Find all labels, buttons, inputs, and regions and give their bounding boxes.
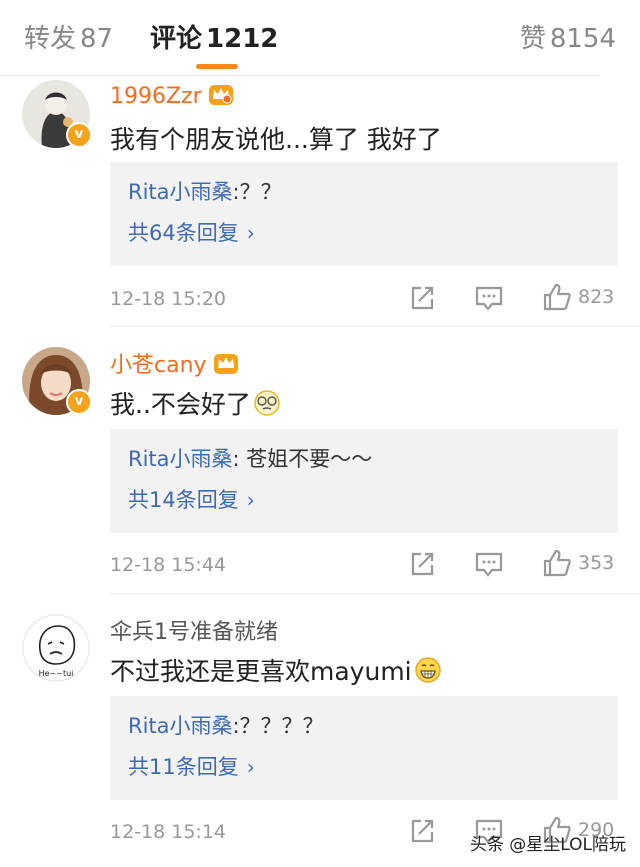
- like-button[interactable]: 823: [542, 282, 614, 312]
- thumbs-up-icon: [543, 283, 571, 311]
- watermark: 头条 @星尘LOL陪玩: [469, 835, 626, 855]
- like-count: 823: [578, 286, 615, 308]
- share-icon: [411, 552, 434, 576]
- username-text: 小苍cany: [110, 353, 207, 378]
- comment-text: 我有个朋友说他...算了 我好了: [110, 125, 442, 154]
- username[interactable]: 小苍cany: [110, 347, 239, 381]
- comment-text-content: 不过我还是更喜欢mayumi: [110, 657, 412, 686]
- reply-count: 共14条回复: [128, 488, 239, 512]
- avatar[interactable]: He~~tui: [22, 614, 90, 682]
- reply-preview: Rita小雨桑:？？？？: [128, 710, 324, 740]
- tab-repost[interactable]: 转发 87: [24, 18, 113, 55]
- username-text: 1996Zzr: [110, 84, 202, 109]
- thumbs-up-icon: [543, 549, 571, 577]
- view-replies-link[interactable]: 共14条回复 ›: [128, 484, 255, 514]
- grin-emoji-icon: [414, 656, 442, 690]
- reply-preview: Rita小雨桑: 苍姐不要～～: [128, 443, 372, 473]
- tab-like[interactable]: 赞 8154: [520, 18, 616, 55]
- divider: [110, 593, 640, 594]
- share-button[interactable]: [408, 817, 436, 845]
- tab-comment[interactable]: 评论 1212: [150, 18, 278, 55]
- share-icon: [411, 286, 434, 310]
- comment-time: 12-18 15:14: [110, 821, 227, 843]
- tab-comment-count: 1212: [206, 24, 279, 54]
- reply-button[interactable]: [474, 284, 504, 312]
- reply-author[interactable]: Rita小雨桑: [128, 180, 233, 204]
- reply-text: :？？？？: [232, 714, 324, 738]
- reply-count: 共64条回复: [128, 221, 239, 245]
- like-button[interactable]: 353: [542, 548, 614, 578]
- active-tab-indicator: [196, 64, 238, 69]
- dizzy-face-emoji-icon: [253, 389, 281, 423]
- comment-icon: [475, 552, 503, 577]
- username-text: 伞兵1号准备就绪: [110, 620, 278, 645]
- verified-badge: v: [66, 389, 92, 415]
- chevron-right-icon: ›: [246, 221, 255, 245]
- tab-like-label: 赞: [519, 24, 546, 54]
- like-count: 353: [578, 552, 615, 574]
- avatar-caption: He~~tui: [39, 669, 74, 678]
- comment-icon: [475, 286, 503, 311]
- chevron-right-icon: ›: [246, 488, 255, 512]
- reply-text: :？？: [232, 180, 282, 204]
- share-icon: [411, 819, 434, 843]
- verified-badge: v: [66, 122, 92, 148]
- divider: [110, 326, 640, 327]
- avatar-image: He~~tui: [22, 614, 90, 682]
- comment-text: 我..不会好了: [110, 385, 281, 423]
- reply-author[interactable]: Rita小雨桑: [128, 447, 233, 471]
- reply-preview-box[interactable]: Rita小雨桑:？？？？ 共11条回复 ›: [110, 696, 618, 800]
- share-button[interactable]: [408, 550, 436, 578]
- chevron-right-icon: ›: [246, 755, 255, 779]
- username[interactable]: 伞兵1号准备就绪: [110, 614, 278, 646]
- tab-repost-count: 87: [80, 24, 114, 54]
- tab-repost-label: 转发: [24, 24, 77, 54]
- crown-icon: [208, 82, 234, 112]
- crown-icon: [213, 351, 239, 381]
- comment-tabs: 转发 87 评论 1212 赞 8154: [0, 0, 640, 75]
- reply-preview-box[interactable]: Rita小雨桑: 苍姐不要～～ 共14条回复 ›: [110, 429, 618, 533]
- reply-text: : 苍姐不要～～: [232, 447, 373, 471]
- reply-preview: Rita小雨桑:？？: [128, 176, 282, 206]
- tab-like-count: 8154: [549, 24, 616, 54]
- view-replies-link[interactable]: 共64条回复 ›: [128, 217, 255, 247]
- view-replies-link[interactable]: 共11条回复 ›: [128, 751, 255, 781]
- reply-count: 共11条回复: [128, 755, 239, 779]
- comment-text: 不过我还是更喜欢mayumi: [110, 652, 442, 690]
- reply-button[interactable]: [474, 550, 504, 578]
- comment-text-content: 我..不会好了: [110, 390, 251, 419]
- username[interactable]: 1996Zzr: [110, 82, 234, 112]
- reply-author[interactable]: Rita小雨桑: [128, 714, 233, 738]
- comment-time: 12-18 15:20: [110, 288, 227, 310]
- reply-preview-box[interactable]: Rita小雨桑:？？ 共64条回复 ›: [110, 162, 618, 266]
- comment-time: 12-18 15:44: [110, 554, 227, 576]
- tab-comment-label: 评论: [150, 24, 203, 54]
- divider: [0, 75, 600, 76]
- share-button[interactable]: [408, 284, 436, 312]
